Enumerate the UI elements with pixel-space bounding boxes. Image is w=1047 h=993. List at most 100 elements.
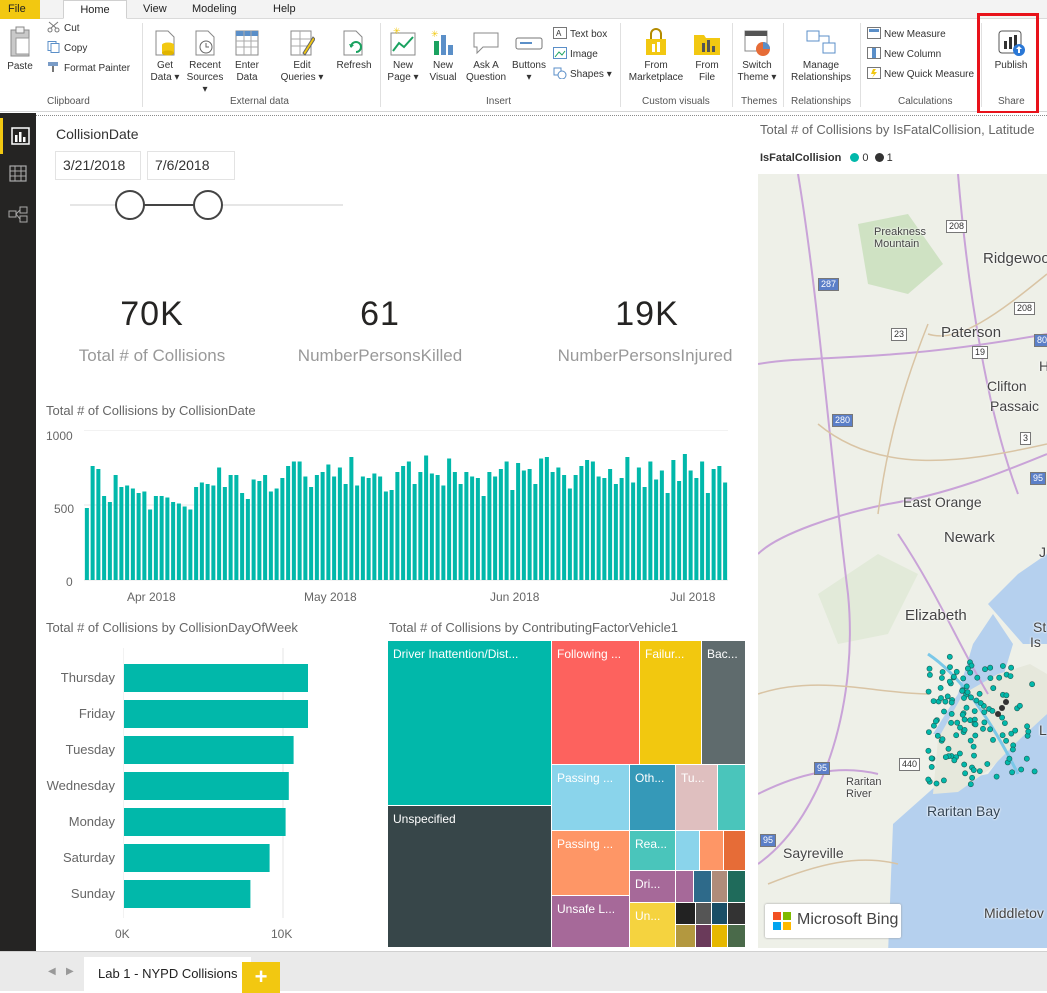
date-chart-bar[interactable]: [107, 502, 112, 580]
slider-end-handle[interactable]: [193, 190, 223, 220]
collision-point[interactable]: [925, 729, 932, 735]
dow-chart-bar[interactable]: [124, 664, 308, 692]
date-chart-bar[interactable]: [654, 479, 659, 581]
date-chart-bar[interactable]: [711, 469, 716, 580]
date-chart-bar[interactable]: [125, 485, 130, 581]
date-chart-bar[interactable]: [481, 496, 486, 580]
treemap-tile[interactable]: Dri...: [630, 871, 676, 903]
collision-point[interactable]: [970, 767, 977, 773]
image-button[interactable]: Image: [553, 45, 598, 65]
collision-point[interactable]: [938, 675, 945, 681]
fatal-collision-point[interactable]: [995, 711, 1001, 717]
treemap-tile[interactable]: Oth...: [630, 765, 676, 831]
treemap-tile-small[interactable]: [694, 871, 712, 903]
date-chart-bar[interactable]: [366, 478, 371, 580]
date-chart-bar[interactable]: [165, 497, 170, 581]
treemap-tile-small[interactable]: [700, 831, 724, 871]
collision-point[interactable]: [1025, 728, 1032, 735]
collision-point[interactable]: [961, 727, 968, 733]
treemap-tile[interactable]: Passing ...: [552, 765, 630, 831]
copy-button[interactable]: Copy: [47, 39, 87, 59]
date-chart-bar[interactable]: [504, 461, 509, 581]
collision-point[interactable]: [961, 761, 968, 768]
collision-point[interactable]: [925, 747, 932, 754]
collision-point[interactable]: [939, 736, 946, 743]
collision-point[interactable]: [990, 685, 997, 691]
date-chart-bar[interactable]: [562, 475, 567, 580]
collision-point[interactable]: [964, 665, 971, 672]
collision-point[interactable]: [1012, 727, 1019, 734]
collision-point[interactable]: [942, 698, 949, 705]
collision-point[interactable]: [948, 711, 955, 717]
collision-point[interactable]: [925, 776, 932, 783]
collision-point[interactable]: [987, 726, 993, 733]
collision-point[interactable]: [982, 666, 988, 673]
collision-point[interactable]: [1024, 723, 1030, 730]
date-chart-bar[interactable]: [527, 469, 532, 580]
date-chart-bar[interactable]: [723, 482, 728, 581]
date-chart-bar[interactable]: [378, 476, 383, 581]
collision-point[interactable]: [928, 755, 935, 762]
date-chart-bar[interactable]: [665, 493, 670, 580]
collision-point[interactable]: [964, 689, 971, 696]
collision-point[interactable]: [938, 695, 944, 701]
treemap-tile[interactable]: Driver Inattention/Dist...: [388, 641, 552, 806]
collision-point[interactable]: [953, 668, 960, 675]
date-chart-bar[interactable]: [516, 463, 521, 580]
collision-point[interactable]: [969, 774, 975, 781]
collision-point[interactable]: [967, 737, 974, 744]
treemap-tile[interactable]: Tu...: [676, 765, 718, 831]
treemap-tile[interactable]: Bac...: [702, 641, 746, 765]
slicer-start-input[interactable]: 3/21/2018: [55, 151, 141, 180]
date-chart-bar[interactable]: [682, 454, 687, 580]
refresh-button[interactable]: Refresh: [333, 27, 375, 72]
date-chart-bar[interactable]: [245, 499, 250, 580]
collision-point[interactable]: [963, 683, 970, 690]
treemap-tile-small[interactable]: [718, 765, 746, 831]
collision-point[interactable]: [1018, 766, 1025, 773]
date-chart-bar[interactable]: [297, 461, 302, 581]
date-chart-bar[interactable]: [441, 485, 446, 581]
collision-point[interactable]: [968, 694, 974, 701]
collision-point[interactable]: [971, 708, 978, 714]
treemap-tile[interactable]: Unsafe L...: [552, 896, 630, 948]
date-chart-bar[interactable]: [343, 484, 348, 580]
dow-chart-bar[interactable]: [124, 880, 251, 908]
date-chart-bar[interactable]: [372, 473, 377, 581]
date-chart-bar[interactable]: [234, 475, 239, 580]
date-chart-bar[interactable]: [493, 476, 498, 581]
date-chart-bar[interactable]: [602, 478, 607, 580]
date-chart-bar[interactable]: [199, 482, 204, 581]
collision-point[interactable]: [987, 664, 994, 671]
collision-point[interactable]: [1006, 755, 1013, 762]
fatal-collision-point[interactable]: [1003, 699, 1009, 705]
date-chart-bar[interactable]: [119, 487, 124, 580]
collision-point[interactable]: [999, 663, 1006, 669]
collision-point[interactable]: [1001, 720, 1008, 726]
date-chart-bar[interactable]: [487, 472, 492, 580]
date-chart-bar[interactable]: [102, 496, 107, 580]
date-chart-bar[interactable]: [429, 473, 434, 581]
collision-point[interactable]: [942, 754, 949, 760]
collision-point[interactable]: [967, 781, 974, 788]
collision-point[interactable]: [930, 698, 937, 704]
menu-tab-view[interactable]: View: [143, 0, 167, 19]
date-chart-bar[interactable]: [412, 484, 417, 580]
collision-point[interactable]: [937, 685, 944, 691]
collision-point[interactable]: [959, 711, 966, 718]
add-page-button[interactable]: +: [242, 962, 280, 993]
collision-point[interactable]: [984, 761, 991, 767]
date-chart-bar[interactable]: [303, 476, 308, 581]
date-chart-bar[interactable]: [286, 466, 291, 580]
collision-point[interactable]: [951, 757, 958, 764]
treemap-tile[interactable]: Failur...: [640, 641, 702, 765]
date-chart-bar[interactable]: [659, 470, 664, 581]
prev-page-arrow-icon[interactable]: ◀: [48, 966, 56, 977]
date-chart-bar[interactable]: [332, 476, 337, 581]
date-chart-bar[interactable]: [596, 476, 601, 581]
collision-point[interactable]: [977, 700, 984, 706]
dow-chart-bar[interactable]: [124, 844, 270, 872]
collision-point[interactable]: [981, 709, 988, 715]
menu-tab-help[interactable]: Help: [273, 0, 296, 19]
collision-point[interactable]: [981, 719, 988, 726]
